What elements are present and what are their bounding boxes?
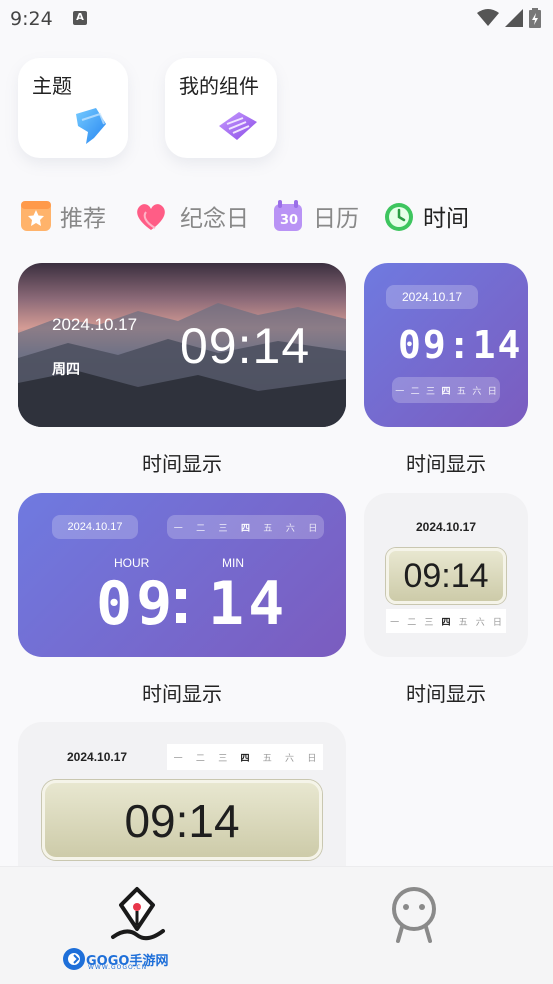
battery-icon — [529, 8, 541, 28]
day: 一 — [173, 753, 183, 764]
day: 日 — [492, 617, 502, 628]
day: 五 — [456, 385, 466, 396]
widget3-weekdays: 一 二 三 四 五 六 日 — [167, 515, 324, 539]
tab-time[interactable]: 时间 — [381, 198, 469, 234]
tab-recommend[interactable]: 推荐 — [18, 198, 106, 234]
day: 五 — [262, 753, 272, 764]
tab-calendar[interactable]: 30 日历 — [271, 198, 359, 234]
gogo-logo-icon — [63, 948, 85, 970]
day-current: 四 — [441, 617, 451, 628]
tab-time-label: 时间 — [423, 206, 469, 232]
widget3-min: 14 — [208, 569, 289, 639]
day: 五 — [263, 522, 273, 533]
day-current: 四 — [441, 385, 451, 396]
day: 二 — [195, 753, 205, 764]
theme-card-title: 主题 — [32, 74, 72, 98]
widget1-caption: 时间显示 — [142, 452, 222, 476]
day: 三 — [218, 522, 228, 533]
widget4-weekdays: 一 二 三 四 五 六 日 — [386, 609, 506, 633]
tab-calendar-label: 日历 — [313, 206, 359, 232]
widget1-date: 2024.10.17 — [52, 315, 138, 334]
day: 六 — [285, 753, 295, 764]
day: 六 — [285, 522, 295, 533]
widget5-date: 2024.10.17 — [67, 750, 128, 764]
widget2-weekdays: 一 二 三 四 五 六 日 — [392, 377, 500, 403]
system-icons — [477, 8, 541, 28]
layers-icon — [219, 112, 257, 140]
widget-lcd-small-clock[interactable]: 2024.10.17 09:14 一 二 三 四 五 六 日 — [364, 493, 528, 657]
widget5-weekdays: 一 二 三 四 五 六 日 — [167, 744, 323, 770]
tab-recommend-label: 推荐 — [60, 206, 106, 232]
status-bar: 9:24 A — [0, 0, 553, 40]
widget-landscape-clock[interactable]: 2024.10.17 周四 09:14 — [18, 263, 346, 427]
widget2-date: 2024.10.17 — [386, 285, 478, 309]
day: 日 — [307, 753, 317, 764]
calendar-icon: 30 — [271, 198, 307, 234]
calendar-badge: 30 — [280, 213, 299, 228]
widget-lcd-wide-clock[interactable]: 2024.10.17 一 二 三 四 五 六 日 09:14 — [18, 722, 346, 886]
theme-brush-icon — [76, 108, 106, 144]
time-colon — [176, 585, 186, 625]
notification-icon: A — [73, 11, 87, 25]
clock-icon — [385, 203, 413, 231]
day: 一 — [173, 522, 183, 533]
watermark-logo: GOGO手游网 WWW.GOGO.CN — [62, 947, 168, 971]
widget5-time: 09:14 — [42, 780, 322, 860]
category-tabs: 推荐 纪念日 30 日历 时间 — [18, 198, 491, 234]
day: 六 — [472, 385, 482, 396]
widget4-time: 09:14 — [386, 548, 506, 604]
day: 一 — [395, 385, 405, 396]
widget3-hour: 09 — [96, 569, 177, 639]
day: 六 — [475, 617, 485, 628]
widget4-date: 2024.10.17 — [415, 520, 477, 534]
day: 三 — [218, 753, 228, 764]
nav-create-pen-icon[interactable] — [107, 885, 167, 945]
widget3-caption: 时间显示 — [142, 682, 222, 706]
star-icon — [21, 201, 51, 231]
widget2-time: 09:14 — [398, 323, 523, 367]
day: 三 — [424, 617, 434, 628]
bottom-nav: GOGO手游网 WWW.GOGO.CN — [0, 866, 553, 984]
theme-card[interactable]: 主题 — [18, 58, 128, 158]
widget1-weekday: 周四 — [52, 362, 80, 378]
day: 二 — [407, 617, 417, 628]
day: 三 — [426, 385, 436, 396]
widget1-time: 09:14 — [180, 318, 311, 374]
day: 日 — [487, 385, 497, 396]
widget3-date: 2024.10.17 — [52, 515, 138, 539]
status-time: 9:24 — [10, 8, 53, 30]
my-widgets-card[interactable]: 我的组件 — [165, 58, 277, 158]
signal-icon — [505, 9, 523, 27]
heart-icon — [137, 204, 165, 230]
widget4-caption: 时间显示 — [406, 682, 486, 706]
tab-anniversary[interactable]: 纪念日 — [128, 198, 249, 234]
widget-purple-wide-clock[interactable]: 2024.10.17 一 二 三 四 五 六 日 HOUR MIN 09 14 — [18, 493, 346, 657]
day: 一 — [390, 617, 400, 628]
day-current: 四 — [240, 522, 250, 533]
day-current: 四 — [240, 753, 250, 764]
tab-anniversary-label: 纪念日 — [180, 206, 249, 232]
day: 日 — [308, 522, 318, 533]
my-widgets-card-title: 我的组件 — [179, 74, 259, 98]
day: 二 — [196, 522, 206, 533]
watermark-url: WWW.GOGO.CN — [88, 964, 148, 971]
day: 五 — [458, 617, 468, 628]
min-label: MIN — [222, 556, 244, 570]
nav-profile-icon[interactable] — [384, 885, 444, 945]
widget-purple-small-clock[interactable]: 2024.10.17 09:14 一 二 三 四 五 六 日 — [364, 263, 528, 427]
widget2-caption: 时间显示 — [406, 452, 486, 476]
hour-label: HOUR — [114, 556, 150, 570]
wifi-icon — [477, 9, 499, 26]
day: 二 — [410, 385, 420, 396]
